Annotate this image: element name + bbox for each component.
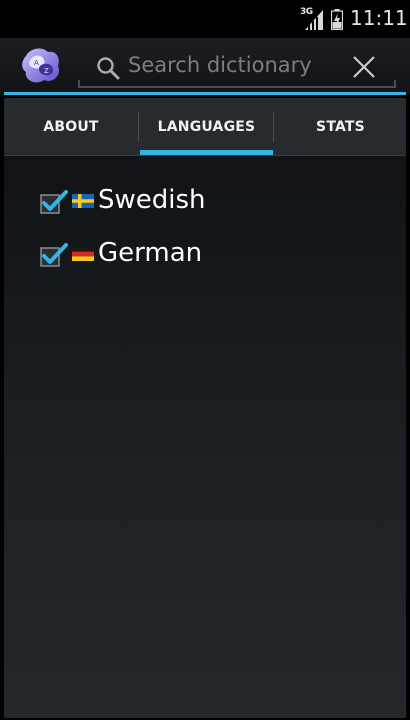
- battery-charging-icon: [331, 9, 343, 30]
- language-label: German: [98, 238, 203, 268]
- languages-list: Swedish German: [4, 156, 406, 718]
- search-icon: [97, 57, 120, 80]
- tab-stats[interactable]: STATS: [275, 98, 406, 156]
- selected-tab-indicator: [140, 150, 273, 155]
- tab-divider: [273, 112, 274, 142]
- tab-divider: [138, 112, 139, 142]
- device-screen: 3G 11:11 A Z Search dictionary ABOUT LAN…: [0, 0, 410, 720]
- dictionary-app-icon[interactable]: A Z: [20, 46, 62, 86]
- svg-text:Z: Z: [44, 67, 49, 75]
- tab-bar: ABOUT LANGUAGES STATS: [4, 98, 406, 156]
- checkbox-checked-icon[interactable]: [40, 242, 68, 268]
- language-item-german[interactable]: German: [4, 229, 406, 279]
- close-icon[interactable]: [351, 54, 377, 80]
- swedish-flag-icon: [72, 194, 94, 208]
- status-bar: 3G 11:11: [0, 0, 410, 38]
- tab-about[interactable]: ABOUT: [4, 98, 138, 156]
- tab-languages[interactable]: LANGUAGES: [140, 98, 273, 156]
- german-flag-icon: [72, 247, 94, 261]
- signal-icon: [305, 10, 323, 30]
- svg-text:A: A: [34, 59, 39, 67]
- action-bar-accent-line: [4, 92, 406, 95]
- clock: 11:11: [350, 6, 408, 30]
- language-label: Swedish: [98, 185, 206, 215]
- search-input[interactable]: Search dictionary: [128, 53, 312, 77]
- search-underline: [78, 80, 396, 88]
- checkbox-checked-icon[interactable]: [40, 189, 68, 215]
- language-item-swedish[interactable]: Swedish: [4, 176, 406, 226]
